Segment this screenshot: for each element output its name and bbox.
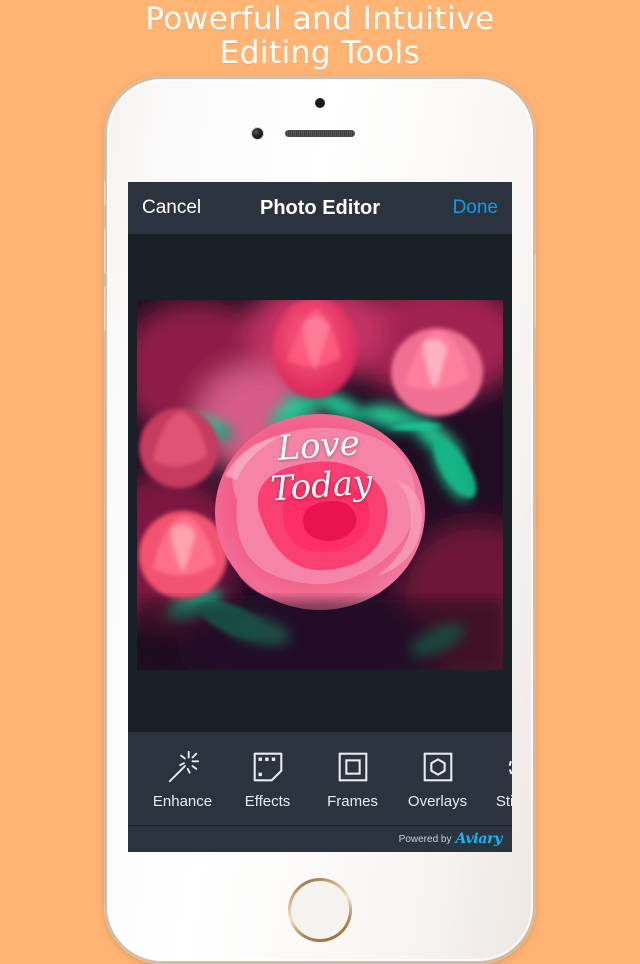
hexagon-in-square-icon [423,752,452,781]
volume-up-button[interactable] [104,228,106,274]
tool-label: Stickers [495,792,512,810]
powered-by-label: Powered by [398,833,452,845]
editor-header-bar: Cancel Photo Editor Done [128,182,512,234]
earpiece-speaker-icon [285,130,355,137]
power-button[interactable] [534,254,536,328]
tool-label: Enhance [152,792,213,810]
editor-toolbar: Enhance Effects Frames Overlays Sti [128,732,512,825]
aviary-wordmark: Aviary [455,831,502,847]
front-camera-icon [252,128,263,139]
tool-label: Frames [327,792,378,810]
tool-label: Overlays [407,792,468,810]
photo-preview[interactable]: Love Today [137,300,503,670]
sticker-icon [508,756,512,777]
proximity-sensor-icon [315,98,325,108]
tool-stickers[interactable]: Stickers [480,748,512,810]
magic-wand-icon [168,750,199,782]
tool-overlays[interactable]: Overlays [395,748,480,810]
volume-down-button[interactable] [104,286,106,332]
device-frame: Cancel Photo Editor Done Love Today Enha… [104,76,536,964]
photo-image [137,300,503,670]
tool-label: Effects [244,792,291,810]
photo-canvas-area: Love Today [128,234,512,732]
tool-frames[interactable]: Frames [310,748,395,810]
aviary-footer: Powered by Aviary [128,825,512,852]
tool-enhance[interactable]: Enhance [140,748,225,810]
page-title: Powerful and Intuitive Editing Tools [145,1,495,71]
film-strip-icon [253,752,282,781]
silent-switch-button[interactable] [104,180,106,206]
home-button-ring [288,878,352,942]
done-button[interactable]: Done [453,197,498,219]
cancel-button[interactable]: Cancel [142,197,201,219]
device-screen: Cancel Photo Editor Done Love Today Enha… [128,182,512,852]
square-frame-icon [338,752,367,781]
home-button[interactable] [288,878,352,942]
tool-effects[interactable]: Effects [225,748,310,810]
